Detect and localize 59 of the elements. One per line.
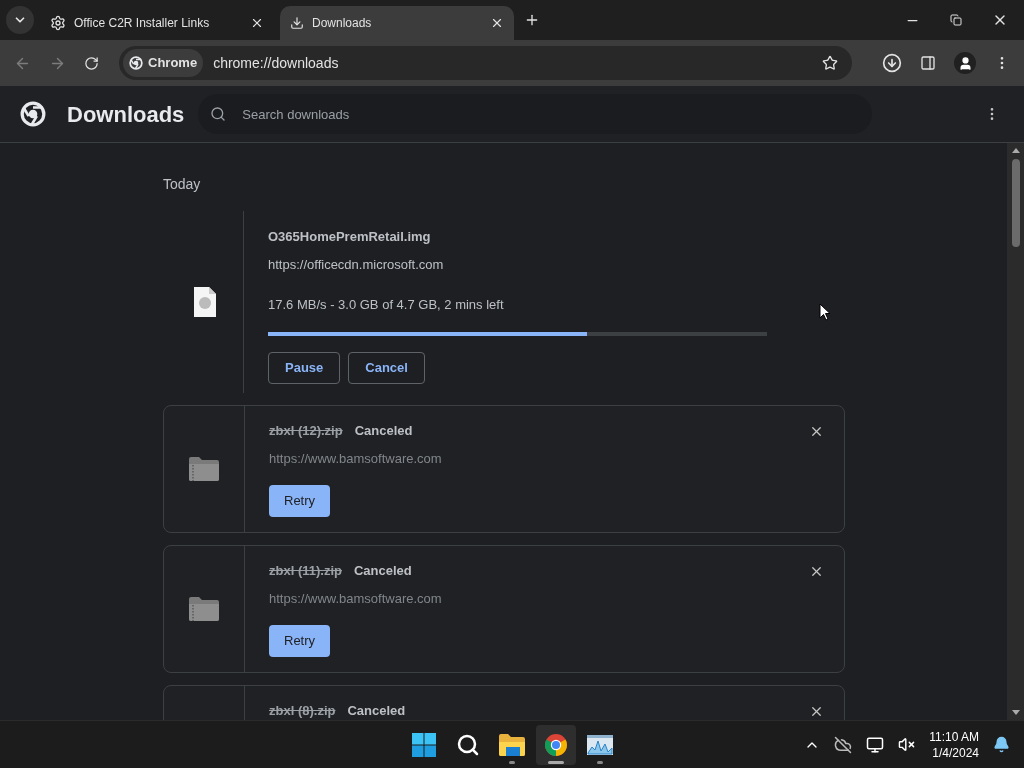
retry-button[interactable]: Retry — [269, 624, 331, 657]
clock[interactable]: 11:10 AM 1/4/2024 — [929, 728, 979, 761]
side-panel-icon[interactable] — [920, 55, 936, 71]
page-title: Downloads — [67, 100, 185, 129]
bell-icon[interactable] — [993, 736, 1010, 753]
star-icon[interactable] — [822, 55, 838, 71]
source-url[interactable]: https://www.bamsoftware.com — [269, 449, 442, 469]
file-name: zbxl (12).zip — [269, 422, 343, 441]
source-url[interactable]: https://officecdn.microsoft.com — [268, 255, 444, 275]
close-icon[interactable] — [250, 16, 264, 30]
chrome-logo-icon — [129, 56, 143, 70]
tab-title: Office C2R Installer Links — [74, 15, 211, 32]
search-icon — [210, 106, 227, 122]
chrome-logo-icon — [20, 101, 46, 127]
progress-text: 17.6 MB/s - 3.0 GB of 4.7 GB, 2 mins left — [268, 295, 504, 314]
url-text: chrome://downloads — [213, 53, 340, 73]
chart-window-icon[interactable] — [587, 734, 613, 755]
download-action-button[interactable]: Cancel — [348, 352, 425, 384]
person-icon — [957, 55, 973, 71]
chrome-icon[interactable] — [544, 732, 568, 757]
download-icon — [290, 16, 304, 30]
start-icon[interactable] — [412, 732, 436, 757]
file-name: zbxl (11).zip — [269, 562, 342, 581]
zip-folder-icon — [189, 457, 219, 481]
close-icon[interactable] — [490, 16, 504, 30]
browser-tab[interactable]: Office C2R Installer Links — [40, 6, 274, 40]
tab-search-button[interactable] — [6, 6, 34, 34]
file-name: zbxl (8).zip — [269, 702, 336, 720]
cloud-off-icon[interactable] — [834, 735, 853, 754]
date-heading: Today — [163, 175, 201, 194]
reload-icon[interactable] — [84, 55, 99, 71]
file-icon — [193, 287, 216, 317]
source-url[interactable]: https://www.bamsoftware.com — [269, 589, 442, 609]
retry-button[interactable]: Retry — [269, 484, 331, 517]
taskbar-app[interactable] — [536, 724, 576, 765]
profile-avatar[interactable] — [954, 52, 976, 74]
download-icon[interactable] — [882, 53, 902, 73]
search-field[interactable]: Search downloads — [198, 94, 873, 134]
scroll-up-icon[interactable] — [1011, 147, 1020, 153]
scrollbar-thumb[interactable] — [1011, 159, 1020, 247]
scrollbar[interactable] — [1007, 143, 1024, 720]
new-tab-icon[interactable] — [524, 12, 540, 28]
download-status: Canceled — [347, 702, 406, 720]
gear-icon — [50, 15, 66, 31]
tab-title: Downloads — [312, 15, 373, 32]
restore-icon[interactable] — [950, 14, 962, 26]
download-status: Canceled — [354, 422, 413, 441]
download-action-button[interactable]: Pause — [268, 352, 341, 384]
site-chip[interactable]: Chrome — [123, 49, 204, 77]
cursor-icon — [819, 303, 831, 321]
download-status: Canceled — [353, 562, 412, 581]
scroll-down-icon[interactable] — [1011, 710, 1020, 716]
zip-folder-icon — [189, 597, 219, 621]
folder-icon[interactable] — [499, 733, 525, 756]
browser-tab[interactable]: Downloads — [280, 6, 514, 40]
search-icon[interactable] — [456, 732, 480, 757]
address-bar[interactable]: Chrome chrome://downloads — [119, 46, 852, 80]
file-name[interactable]: O365HomePremRetail.img — [268, 227, 431, 247]
volume-muted-icon[interactable] — [898, 736, 916, 753]
